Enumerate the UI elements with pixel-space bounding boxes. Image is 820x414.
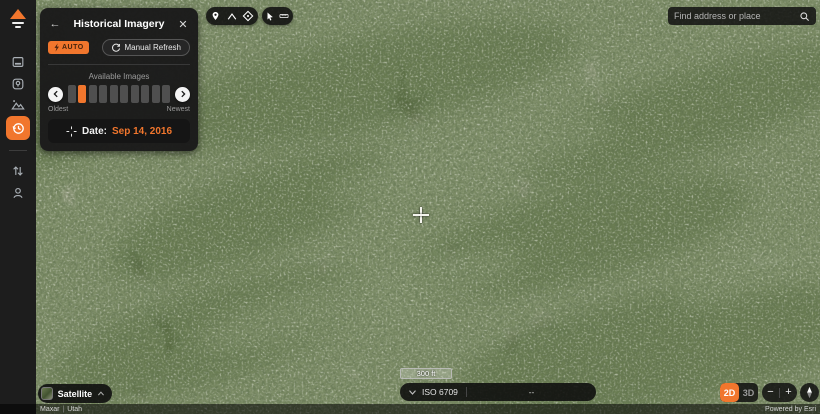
manual-refresh-button[interactable]: Manual Refresh (102, 39, 190, 56)
basemap-label: Satellite (58, 389, 93, 399)
image-thumb-5[interactable] (120, 85, 128, 103)
image-thumb-3[interactable] (99, 85, 107, 103)
image-thumb-8[interactable] (152, 85, 160, 103)
historical-imagery-icon[interactable] (6, 116, 30, 140)
mode-2d-button[interactable]: 2D (720, 383, 739, 402)
newest-label: Newest (167, 106, 190, 113)
powered-by-esri: Powered by Esri (765, 406, 816, 413)
image-thumb-4[interactable] (110, 85, 118, 103)
attribution-sources: Maxar|Utah (40, 406, 82, 413)
map-tools-group (206, 7, 258, 25)
sidebar (0, 0, 36, 414)
terrain-peak-icon[interactable] (226, 11, 238, 22)
scale-bar: 300 ft (400, 368, 452, 379)
image-thumbnails (68, 85, 171, 103)
image-thumb-2[interactable] (89, 85, 97, 103)
image-thumb-7[interactable] (141, 85, 149, 103)
auto-badge[interactable]: AUTO (48, 41, 89, 54)
coordinate-format[interactable]: ISO 6709 (422, 387, 458, 397)
search-input[interactable] (674, 11, 799, 21)
coordinate-value: -- (467, 387, 596, 397)
close-button[interactable]: ✕ (176, 18, 190, 31)
image-thumb-9[interactable] (162, 85, 170, 103)
view-mode-toggle: 2D 3D (720, 383, 758, 402)
ruler-icon[interactable] (278, 11, 290, 21)
zoom-controls: − + (762, 383, 797, 402)
available-images-label: Available Images (48, 72, 190, 81)
newer-image-button[interactable] (175, 87, 190, 102)
add-waypoint-icon[interactable] (210, 11, 221, 22)
chevron-up-icon (97, 390, 105, 397)
oldest-label: Oldest (48, 106, 68, 113)
date-label: Date: (82, 126, 107, 137)
coordinates-bar[interactable]: ISO 6709 -- (400, 383, 596, 401)
chevron-down-icon[interactable] (408, 389, 417, 396)
profile-icon[interactable] (11, 186, 25, 205)
date-crosshair-icon (66, 126, 77, 137)
chevron-left-icon (52, 90, 60, 98)
discover-diamond-icon[interactable] (242, 10, 254, 22)
mode-3d-button[interactable]: 3D (739, 383, 758, 402)
cursor-icon[interactable] (265, 11, 275, 22)
mountains-icon[interactable] (11, 98, 25, 117)
scale-label: 300 ft (417, 369, 436, 378)
compass-button[interactable] (800, 383, 819, 402)
date-value: Sep 14, 2016 (112, 126, 172, 137)
historical-imagery-panel: ← Historical Imagery ✕ AUTO Manual Refre… (40, 8, 198, 151)
search-bar (668, 7, 816, 25)
panel-title: Historical Imagery (73, 18, 164, 30)
compass-needle-icon (805, 386, 814, 399)
basemap-thumbnail (41, 387, 53, 400)
attribution-bar: Maxar|Utah Powered by Esri (0, 404, 820, 414)
app-window: Maxar|Utah Powered by Esri (0, 0, 820, 414)
sidebar-divider (9, 150, 27, 151)
bolt-icon (53, 43, 60, 52)
image-thumb-6[interactable] (131, 85, 139, 103)
transfer-arrows-icon[interactable] (11, 164, 25, 183)
image-thumb-1[interactable] (78, 85, 86, 103)
select-measure-group (262, 7, 293, 25)
image-thumb-0[interactable] (68, 85, 76, 103)
date-display[interactable]: Date: Sep 14, 2016 (48, 119, 190, 143)
basemap-selector[interactable]: Satellite (38, 384, 112, 403)
zoom-in-button[interactable]: + (780, 387, 797, 398)
back-button[interactable]: ← (48, 18, 62, 30)
older-image-button[interactable] (48, 87, 63, 102)
onx-logo-icon[interactable] (7, 7, 29, 36)
zoom-out-button[interactable]: − (762, 387, 779, 398)
waypoint-icon[interactable] (11, 77, 25, 96)
chevron-right-icon (179, 90, 187, 98)
refresh-icon (111, 43, 121, 53)
map-card-icon[interactable] (11, 55, 25, 74)
search-icon[interactable] (799, 11, 810, 22)
